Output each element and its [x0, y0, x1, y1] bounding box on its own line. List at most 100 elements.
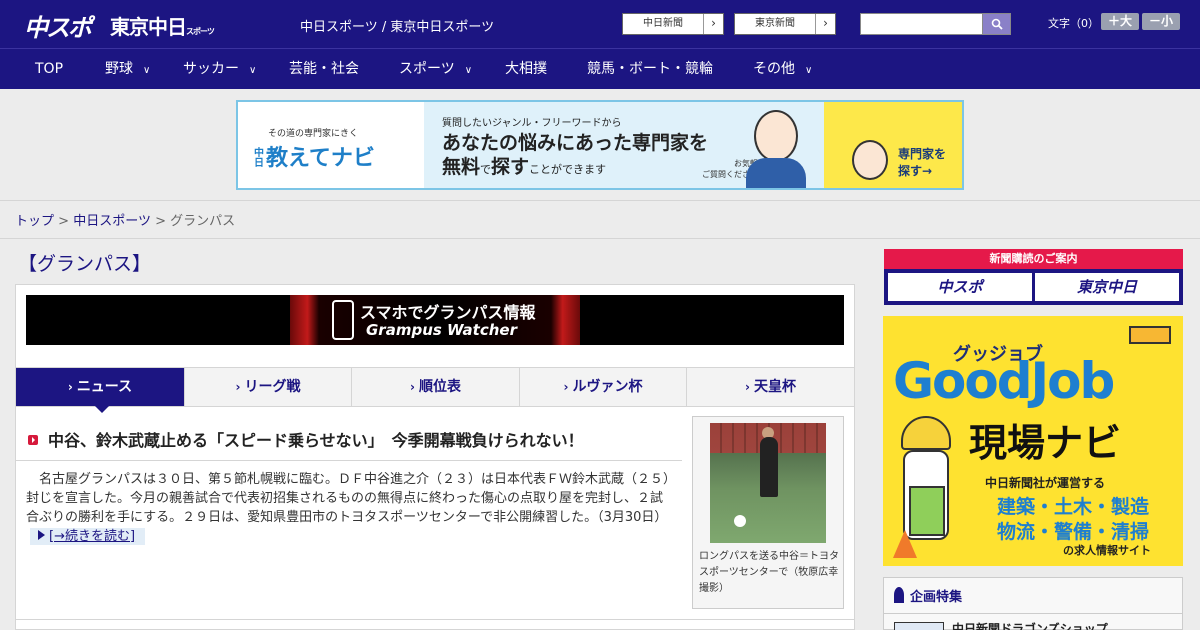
- chevron-right-icon: ›: [563, 380, 569, 394]
- ad-tail: ことができます: [529, 163, 607, 176]
- ad-tagline: その道の専門家にきく: [268, 129, 359, 139]
- oshiete-navi-ad[interactable]: その道の専門家にきく 中日教えてナビ 質問したいジャンル・フリーワードから あな…: [236, 100, 964, 190]
- ad-cta: 専門家を 探す→: [898, 146, 946, 180]
- breadcrumb-sep: >: [58, 214, 70, 229]
- tokyo-shimbun-link[interactable]: 東京新聞 ›: [734, 13, 836, 35]
- nav-label: TOP: [35, 61, 64, 77]
- goodjob-brand: GoodJob: [893, 352, 1115, 410]
- main-nav: TOP 野球 ∨ サッカー ∨ 芸能・社会 スポーツ ∨ 大相撲 競馬・ボート・競輪 …: [0, 48, 1200, 89]
- ad-message-panel: 質問したいジャンル・フリーワードから あなたの悩みにあった専門家を 無料で探すこ…: [424, 102, 824, 188]
- subscription-heading: 新聞購読のご案内: [884, 249, 1183, 269]
- ad-search: 探す: [491, 156, 530, 178]
- goodjob-site: の求人情報サイト: [1063, 544, 1151, 557]
- read-more-label: [→続きを読む]: [49, 529, 136, 544]
- subscribe-tokyo-button[interactable]: 東京中日: [1035, 273, 1179, 301]
- divider: [16, 460, 682, 461]
- tab-standings[interactable]: › 順位表: [352, 368, 520, 406]
- ad-brand-panel: その道の専門家にきく 中日教えてナビ: [238, 102, 424, 188]
- chevron-right-icon: ›: [815, 14, 835, 34]
- breadcrumb-sep: >: [155, 214, 166, 229]
- breadcrumb-section[interactable]: 中日スポーツ: [73, 214, 151, 229]
- article-body: 名古屋グランパスは３０日、第５節札幌戦に臨む。ＤＦ中谷進之介（２３）は日本代表Ｆ…: [26, 470, 674, 546]
- tab-label: リーグ戦: [244, 379, 301, 395]
- breadcrumb: トップ > 中日スポーツ > グランパス: [15, 210, 235, 229]
- tab-league[interactable]: › リーグ戦: [185, 368, 352, 406]
- helmet-illustration: [901, 416, 951, 450]
- tab-levain-cup[interactable]: › ルヴァン杯: [520, 368, 687, 406]
- chevron-down-icon: ∨: [249, 65, 257, 76]
- breadcrumb-home[interactable]: トップ: [15, 214, 54, 229]
- app-banner-line1: スマホでグランパス情報: [360, 303, 536, 322]
- chevron-right-icon: ›: [235, 380, 241, 394]
- player-figure: [760, 437, 778, 497]
- chunichi-shimbun-link[interactable]: 中日新聞 ›: [622, 13, 724, 35]
- tab-label: ニュース: [76, 379, 133, 395]
- chevron-right-icon: ›: [67, 380, 73, 394]
- breadcrumb-current: グランパス: [170, 214, 236, 229]
- tokyo-chunichi-logo[interactable]: 東京中日スポーツ: [110, 11, 215, 40]
- person-illustration: [852, 140, 888, 180]
- font-larger-button[interactable]: ＋大: [1101, 13, 1139, 30]
- subscribe-chuspo-button[interactable]: 中スポ: [888, 273, 1032, 301]
- nav-top[interactable]: TOP: [35, 49, 63, 90]
- nav-label: 野球: [105, 61, 133, 77]
- triangle-right-icon: [38, 530, 45, 540]
- feature-box: 企画特集 中日新聞ドラゴンズショップ: [883, 577, 1183, 630]
- tab-news[interactable]: › ニュース: [16, 368, 185, 406]
- feature-item-link[interactable]: 中日新聞ドラゴンズショップ: [952, 620, 1108, 630]
- smartphone-icon: [332, 300, 354, 340]
- nav-entertainment[interactable]: 芸能・社会: [289, 49, 359, 90]
- search-input[interactable]: [860, 13, 983, 35]
- main-content: スマホでグランパス情報 Grampus Watcher › ニュース › リーグ戦 …: [15, 284, 855, 630]
- search-button[interactable]: [982, 13, 1011, 35]
- expert-suit-illustration: [746, 158, 806, 188]
- page-title: 【グランパス】: [18, 253, 152, 275]
- read-more-link[interactable]: [→続きを読む]: [30, 528, 146, 545]
- nav-sumo[interactable]: 大相撲: [505, 49, 547, 90]
- grampus-watcher-banner[interactable]: スマホでグランパス情報 Grampus Watcher: [26, 295, 844, 345]
- section-tabs: › ニュース › リーグ戦 › 順位表 › ルヴァン杯 › 天皇杯: [16, 367, 854, 407]
- nav-label: 競馬・ボート・競輪: [587, 61, 713, 77]
- ad-free: 無料: [442, 156, 481, 178]
- divider: [884, 613, 1182, 614]
- play-icon: [28, 435, 38, 445]
- ad-line1: あなたの悩みにあった専門家を: [442, 132, 709, 154]
- font-smaller-button[interactable]: －小: [1142, 13, 1180, 30]
- app-banner-line2: Grampus Watcher: [366, 321, 517, 339]
- ad-cta-panel[interactable]: 専門家を 探す→: [824, 102, 962, 188]
- tokyo-logo-sub: スポーツ: [186, 27, 215, 36]
- nav-racing[interactable]: 競馬・ボート・競輪: [587, 49, 713, 90]
- nav-label: その他: [753, 61, 795, 77]
- goodjob-ad[interactable]: グッジョブ GoodJob 現場ナビ 中日新聞社が運営する 建築・土木・製造 物…: [883, 316, 1183, 566]
- chunichi-shimbun-label: 中日新聞: [643, 18, 683, 29]
- tab-label: 順位表: [418, 379, 461, 395]
- active-tab-pointer: [94, 405, 110, 413]
- font-size-label: 文字（0）: [1048, 17, 1099, 30]
- goodjob-categories1: 建築・土木・製造: [997, 496, 1150, 518]
- soccer-ball: [734, 515, 746, 527]
- goodjob-categories2: 物流・警備・清掃: [997, 521, 1150, 543]
- chuspo-logo[interactable]: 中スポ: [24, 8, 92, 43]
- search-icon: [991, 18, 1003, 30]
- nav-other[interactable]: その他 ∨: [753, 49, 812, 90]
- nav-soccer[interactable]: サッカー ∨: [183, 49, 256, 90]
- nav-label: スポーツ: [399, 61, 455, 77]
- article-photo[interactable]: [710, 423, 826, 543]
- tab-label: 天皇杯: [753, 379, 796, 395]
- ad-de: で: [480, 163, 492, 176]
- article-headline[interactable]: 中谷、鈴木武蔵止める「スピード乗らせない」 今季開幕戦負けられない！: [28, 427, 584, 451]
- nav-baseball[interactable]: 野球 ∨: [105, 49, 150, 90]
- ad-line2: 無料で探すことができます: [442, 152, 606, 179]
- expert-illustration: [754, 110, 798, 162]
- nav-label: 芸能・社会: [289, 61, 359, 77]
- ad-brand-text: 教えてナビ: [266, 146, 375, 171]
- subscription-box: 新聞購読のご案内 中スポ 東京中日: [884, 249, 1183, 305]
- chevron-right-icon: ›: [410, 380, 415, 394]
- feature-thumbnail[interactable]: [894, 622, 944, 630]
- article-photo-box: ロングパスを送る中谷＝トヨタスポーツセンターで（牧原広幸撮影）: [692, 416, 844, 609]
- photo-caption: ロングパスを送る中谷＝トヨタスポーツセンターで（牧原広幸撮影）: [699, 551, 839, 594]
- ad-cta2: 探す→: [898, 164, 933, 178]
- nav-sports[interactable]: スポーツ ∨: [399, 49, 472, 90]
- tab-emperors-cup[interactable]: › 天皇杯: [687, 368, 854, 406]
- chevron-down-icon: ∨: [805, 65, 813, 76]
